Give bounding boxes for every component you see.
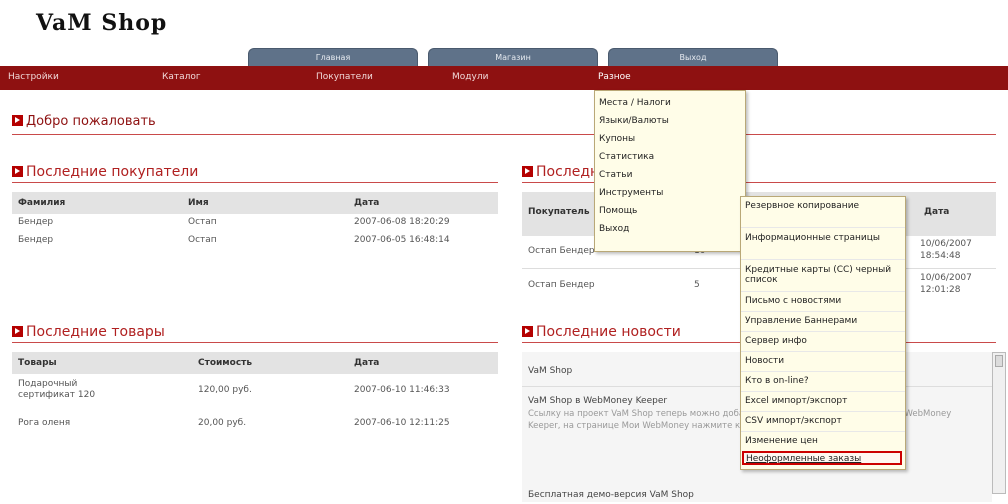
menu-item-places-taxes[interactable]: Места / Налоги xyxy=(599,98,671,108)
cell-price: 20,00 руб. xyxy=(198,418,247,428)
cell-customer: Остап Бендер xyxy=(528,280,595,290)
news-scrollbar[interactable] xyxy=(992,352,1006,494)
col-date: Дата xyxy=(354,198,380,208)
divider xyxy=(741,227,905,228)
news-item2-title[interactable]: Бесплатная демо-версия VaM Shop xyxy=(528,490,694,500)
col-lastname: Фамилия xyxy=(18,198,66,208)
divider xyxy=(12,342,498,343)
cell-firstname: Остап xyxy=(188,217,217,227)
table-row[interactable]: Рога оленя 20,00 руб. 2007-06-10 12:11:2… xyxy=(12,416,498,434)
nav-misc[interactable]: Разное xyxy=(598,72,631,82)
menu-item-excel-import-export[interactable]: Excel импорт/экспорт xyxy=(745,396,847,406)
divider xyxy=(12,182,498,183)
menu-item-price-change[interactable]: Изменение цен xyxy=(745,436,818,446)
news-section-title: Последние новости xyxy=(522,324,681,340)
products-table-header: Товары Стоимость Дата xyxy=(12,352,498,374)
col-date: Дата xyxy=(354,358,380,368)
col-date: Дата xyxy=(924,207,950,217)
cell-product: Подарочный сертификат 120 xyxy=(18,379,96,400)
menu-item-abandoned-orders-label: Неоформленные заказы xyxy=(746,454,862,464)
col-firstname: Имя xyxy=(188,198,209,208)
customers-section-title: Последние покупатели xyxy=(12,164,198,180)
nav-customers[interactable]: Покупатели xyxy=(316,72,373,82)
cell-product: Рога оленя xyxy=(18,418,71,428)
bullet-icon xyxy=(522,166,533,177)
customers-table-header: Фамилия Имя Дата xyxy=(12,192,498,214)
welcome-text: Добро пожаловать xyxy=(26,114,156,129)
menu-item-newsletter[interactable]: Письмо с новостями xyxy=(745,296,841,306)
divider xyxy=(741,351,905,352)
bullet-icon xyxy=(522,326,533,337)
main-nav-bar: Настройки Каталог Покупатели Модули Разн… xyxy=(0,66,1008,90)
cell-date: 10/06/2007 12:01:28 xyxy=(920,273,972,295)
nav-catalog[interactable]: Каталог xyxy=(162,72,201,82)
bullet-icon xyxy=(12,115,23,126)
col-customer: Покупатель xyxy=(528,207,590,217)
cell-date: 2007-06-05 16:48:14 xyxy=(354,235,450,245)
tab-shop-label: Магазин xyxy=(495,53,531,62)
menu-item-backup[interactable]: Резервное копирование xyxy=(745,201,895,211)
divider xyxy=(741,411,905,412)
divider xyxy=(741,311,905,312)
cell-lastname: Бендер xyxy=(18,217,54,227)
menu-item-exit[interactable]: Выход xyxy=(599,224,629,234)
tab-logout[interactable]: Выход xyxy=(608,48,778,66)
cell-date: 10/06/2007 18:54:48 xyxy=(920,239,972,261)
divider xyxy=(12,134,996,135)
menu-item-server-info[interactable]: Сервер инфо xyxy=(745,336,807,346)
scroll-up-arrow-icon[interactable] xyxy=(995,355,1003,367)
table-row[interactable]: Подарочный сертификат 120 120,00 руб. 20… xyxy=(12,376,498,416)
tab-main[interactable]: Главная xyxy=(248,48,418,66)
menu-item-cc-blacklist[interactable]: Кредитные карты (CC) черный список xyxy=(745,265,903,285)
cell-date: 2007-06-08 18:20:29 xyxy=(354,217,450,227)
tab-shop[interactable]: Магазин xyxy=(428,48,598,66)
menu-item-tools[interactable]: Инструменты xyxy=(599,188,663,198)
products-section-title: Последние товары xyxy=(12,324,165,340)
menu-item-csv-import-export[interactable]: CSV импорт/экспорт xyxy=(745,416,842,426)
nav-modules[interactable]: Модули xyxy=(452,72,488,82)
cell-price: 120,00 руб. xyxy=(198,385,252,395)
menu-item-statistics[interactable]: Статистика xyxy=(599,152,654,162)
menu-item-news[interactable]: Новости xyxy=(745,356,784,366)
nav-settings[interactable]: Настройки xyxy=(8,72,59,82)
divider xyxy=(741,259,905,260)
shop-logo[interactable]: VaM Shop xyxy=(36,10,167,36)
table-row[interactable]: Бендер Остап 2007-06-05 16:48:14 xyxy=(12,232,498,250)
tools-submenu: Резервное копирование Информационные стр… xyxy=(740,196,906,470)
news-item-title[interactable]: VaM Shop в WebMoney Keeper xyxy=(528,396,667,406)
cell-date: 2007-06-10 12:11:25 xyxy=(354,418,450,428)
divider xyxy=(741,431,905,432)
cell-firstname: Остап xyxy=(188,235,217,245)
divider xyxy=(741,371,905,372)
misc-dropdown-menu: Места / Налоги Языки/Валюты Купоны Стати… xyxy=(594,90,746,252)
tab-main-label: Главная xyxy=(315,53,351,62)
customers-title-text: Последние покупатели xyxy=(26,164,199,180)
table-row[interactable]: Бендер Остап 2007-06-08 18:20:29 xyxy=(12,214,498,232)
products-title-text: Последние товары xyxy=(26,324,165,340)
bullet-icon xyxy=(12,326,23,337)
menu-item-abandoned-orders[interactable]: Неоформленные заказы xyxy=(742,451,902,465)
menu-item-banners[interactable]: Управление Баннерами xyxy=(745,316,857,326)
col-product: Товары xyxy=(18,358,57,368)
tab-logout-label: Выход xyxy=(679,53,707,62)
col-price: Стоимость xyxy=(198,358,253,368)
divider xyxy=(741,391,905,392)
news-header: VaM Shop xyxy=(528,366,573,376)
menu-item-help[interactable]: Помощь xyxy=(599,206,637,216)
menu-item-languages-currencies[interactable]: Языки/Валюты xyxy=(599,116,669,126)
news-title-text: Последние новости xyxy=(536,324,681,340)
cell-lastname: Бендер xyxy=(18,235,54,245)
divider xyxy=(741,331,905,332)
bullet-icon xyxy=(12,166,23,177)
menu-item-info-pages[interactable]: Информационные страницы xyxy=(745,233,895,243)
divider xyxy=(741,291,905,292)
menu-item-coupons[interactable]: Купоны xyxy=(599,134,635,144)
menu-item-articles[interactable]: Статьи xyxy=(599,170,632,180)
cell-date: 2007-06-10 11:46:33 xyxy=(354,385,450,395)
cell-qty: 5 xyxy=(694,280,700,290)
cell-customer: Остап Бендер xyxy=(528,246,595,256)
page-title: Добро пожаловать xyxy=(12,114,156,129)
menu-item-whos-online[interactable]: Кто в on-line? xyxy=(745,376,809,386)
